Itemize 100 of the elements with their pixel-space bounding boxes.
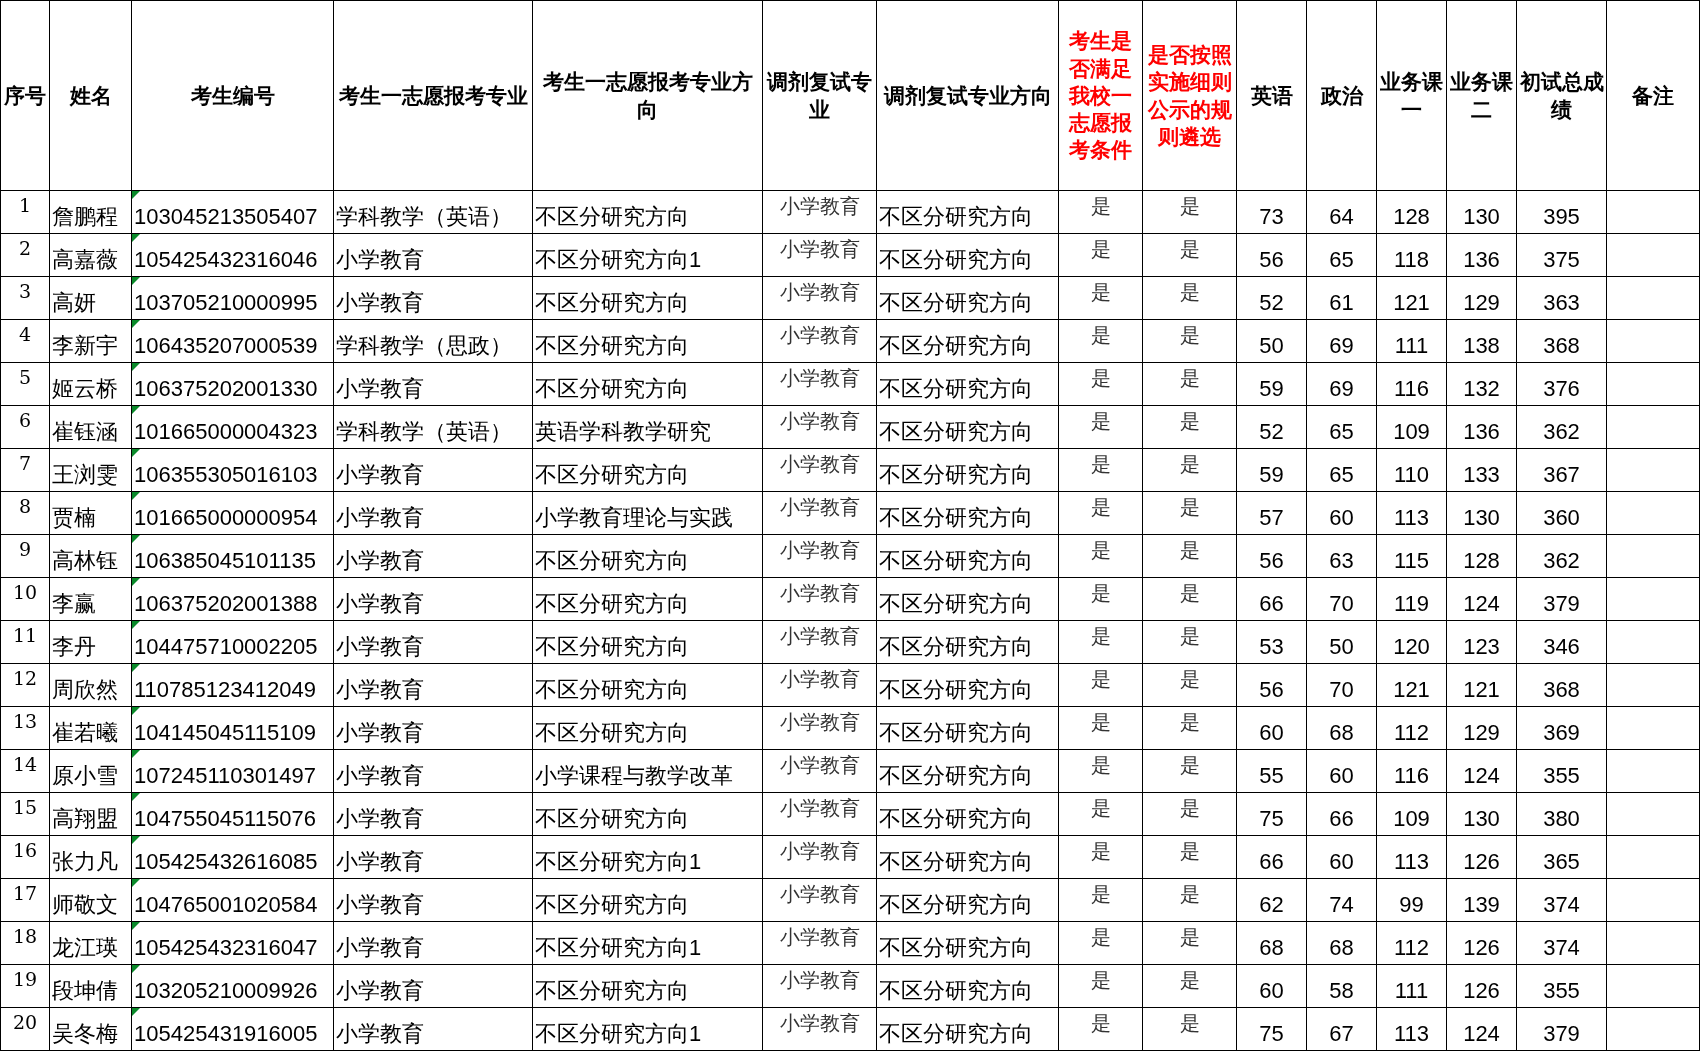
table-cell: 小学教育: [333, 706, 533, 750]
table-cell: 英语学科教学研究: [532, 405, 763, 449]
table-cell: 129: [1446, 706, 1517, 750]
table-cell: 是: [1142, 749, 1237, 793]
table-cell: 99: [1376, 878, 1447, 922]
column-header: 调剂复试专业: [762, 0, 877, 191]
table-cell: 不区分研究方向1: [532, 233, 763, 277]
table-cell: 7: [0, 448, 50, 492]
corner-marker-icon: [132, 922, 140, 930]
table-cell: 130: [1446, 190, 1517, 234]
table-cell: 龙江瑛: [49, 921, 132, 965]
table-cell: 李丹: [49, 620, 132, 664]
corner-marker-icon: [132, 277, 140, 285]
table-cell: 113: [1376, 491, 1447, 535]
column-header: 考生是否满足我校一志愿报考条件: [1058, 0, 1143, 191]
table-cell: 小学教育: [762, 233, 877, 277]
table-cell: 张力凡: [49, 835, 132, 879]
table-cell: 103205210009926: [131, 964, 334, 1008]
table-cell: 52: [1236, 405, 1307, 449]
table-cell: 139: [1446, 878, 1517, 922]
table-cell: 不区分研究方向: [532, 620, 763, 664]
table-cell: 362: [1516, 534, 1607, 578]
table-cell: 不区分研究方向: [876, 233, 1059, 277]
table-cell: 59: [1236, 448, 1307, 492]
table-cell: 是: [1142, 577, 1237, 621]
table-cell: 133: [1446, 448, 1517, 492]
table-cell: 是: [1142, 921, 1237, 965]
table-cell: 学科教学（英语）: [333, 190, 533, 234]
table-cell: 60: [1306, 835, 1377, 879]
table-cell: 61: [1306, 276, 1377, 320]
table-cell: 116: [1376, 362, 1447, 406]
table-cell: 是: [1058, 835, 1143, 879]
table-cell: 57: [1236, 491, 1307, 535]
column-header: 初试总成绩: [1516, 0, 1607, 191]
table-cell: 不区分研究方向: [876, 706, 1059, 750]
table-cell: 367: [1516, 448, 1607, 492]
table-cell: 52: [1236, 276, 1307, 320]
table-cell: 16: [0, 835, 50, 879]
table-cell: 106375202001388: [131, 577, 334, 621]
table-cell: 是: [1142, 835, 1237, 879]
table-cell: 66: [1236, 577, 1307, 621]
table-cell: 是: [1142, 491, 1237, 535]
table-cell: 101665000000954: [131, 491, 334, 535]
table-cell: 是: [1058, 706, 1143, 750]
table-cell: 是: [1058, 534, 1143, 578]
table-cell: 小学教育: [762, 190, 877, 234]
table-cell: 104765001020584: [131, 878, 334, 922]
table-cell: 小学教育: [333, 835, 533, 879]
table-cell: 11: [0, 620, 50, 664]
table-cell: 不区分研究方向: [532, 190, 763, 234]
table-cell: 6: [0, 405, 50, 449]
corner-marker-icon: [132, 492, 140, 500]
corner-marker-icon: [132, 707, 140, 715]
table-cell: 不区分研究方向: [532, 534, 763, 578]
table-cell: 363: [1516, 276, 1607, 320]
table-cell: 小学教育: [333, 964, 533, 1008]
table-cell: 小学教育: [762, 835, 877, 879]
table-cell: 120: [1376, 620, 1447, 664]
table-cell: 不区分研究方向: [532, 276, 763, 320]
table-cell: 104475710002205: [131, 620, 334, 664]
table-cell: 105425432616085: [131, 835, 334, 879]
table-cell: 是: [1142, 319, 1237, 363]
table-cell: 是: [1058, 233, 1143, 277]
table-cell: 高妍: [49, 276, 132, 320]
table-cell: 是: [1058, 577, 1143, 621]
table-cell: 101665000004323: [131, 405, 334, 449]
table-cell: 126: [1446, 921, 1517, 965]
table-cell: 小学教育: [333, 792, 533, 836]
table-cell: 小学教育: [333, 663, 533, 707]
table-cell: 不区分研究方向: [532, 577, 763, 621]
table-cell: 112: [1376, 921, 1447, 965]
column-header: 序号: [0, 0, 50, 191]
table-cell: 13: [0, 706, 50, 750]
table-cell: 55: [1236, 749, 1307, 793]
table-cell: 379: [1516, 577, 1607, 621]
table-cell: 56: [1236, 663, 1307, 707]
table-cell: 1: [0, 190, 50, 234]
table-cell: 高翔盟: [49, 792, 132, 836]
table-cell: 高嘉薇: [49, 233, 132, 277]
table-cell: 369: [1516, 706, 1607, 750]
table-cell: 是: [1142, 534, 1237, 578]
table-cell: 是: [1058, 792, 1143, 836]
column-header: 备注: [1606, 0, 1700, 191]
table-cell: 不区分研究方向1: [532, 835, 763, 879]
table-cell: 368: [1516, 663, 1607, 707]
table-cell: 不区分研究方向: [876, 448, 1059, 492]
corner-marker-icon: [132, 191, 140, 199]
table-cell: 王浏雯: [49, 448, 132, 492]
table-cell: 小学教育: [762, 620, 877, 664]
table-cell: 是: [1058, 362, 1143, 406]
table-cell: 小学教育: [762, 878, 877, 922]
table-cell: 379: [1516, 1007, 1607, 1051]
corner-marker-icon: [132, 965, 140, 973]
table-cell: 58: [1306, 964, 1377, 1008]
table-cell: 56: [1236, 534, 1307, 578]
table-cell: 59: [1236, 362, 1307, 406]
table-cell: 是: [1058, 190, 1143, 234]
table-cell: 不区分研究方向: [876, 792, 1059, 836]
table-cell: 小学教育: [762, 405, 877, 449]
table-cell: 74: [1306, 878, 1377, 922]
